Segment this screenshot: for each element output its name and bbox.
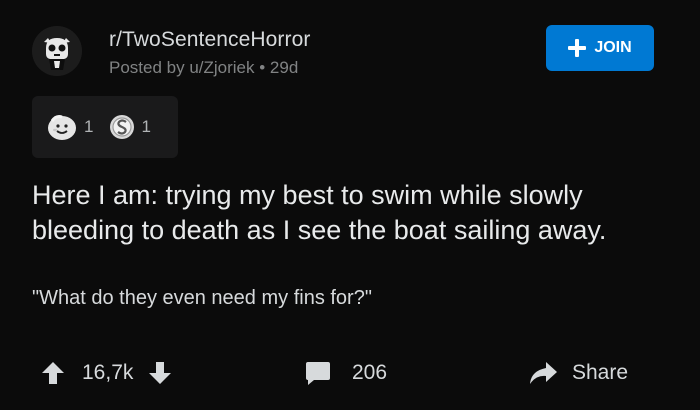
share-label: Share <box>572 361 629 384</box>
post-title[interactable]: Here I am: trying my best to swim while … <box>32 178 682 248</box>
awards-bar[interactable]: 1 1 <box>32 96 178 158</box>
silver-award-icon <box>110 115 135 139</box>
award-count: 1 <box>141 117 151 136</box>
comment-bubble-icon <box>306 362 330 385</box>
award-count: 1 <box>84 117 94 136</box>
downvote-arrow-icon[interactable] <box>147 360 173 386</box>
award-item[interactable]: 1 <box>109 113 151 141</box>
subreddit-name[interactable]: r/TwoSentenceHorror <box>109 28 310 52</box>
join-button-label: JOIN <box>594 39 632 56</box>
comment-count: 206 <box>352 361 388 384</box>
subreddit-avatar[interactable] <box>32 26 82 76</box>
share-arrow-icon <box>530 362 557 384</box>
vote-count: 16,7k <box>82 361 134 384</box>
wholesome-award-icon <box>48 115 76 140</box>
skull-creature-icon <box>32 26 82 76</box>
post-header: r/TwoSentenceHorror Posted by u/Zjoriek … <box>32 22 672 82</box>
award-item[interactable]: 1 <box>46 113 93 141</box>
post-actions: 16,7k 206 Share <box>32 352 672 398</box>
upvote-arrow-icon[interactable] <box>40 360 66 386</box>
share-button[interactable]: Share <box>528 360 628 386</box>
vote-controls: 16,7k <box>40 360 173 386</box>
post-meta[interactable]: Posted by u/Zjoriek • 29d <box>109 58 298 78</box>
post-body: "What do they even need my fins for?" <box>32 287 372 309</box>
plus-icon <box>568 39 587 57</box>
join-button[interactable]: JOIN <box>546 25 654 71</box>
comments-button[interactable]: 206 <box>304 360 387 386</box>
